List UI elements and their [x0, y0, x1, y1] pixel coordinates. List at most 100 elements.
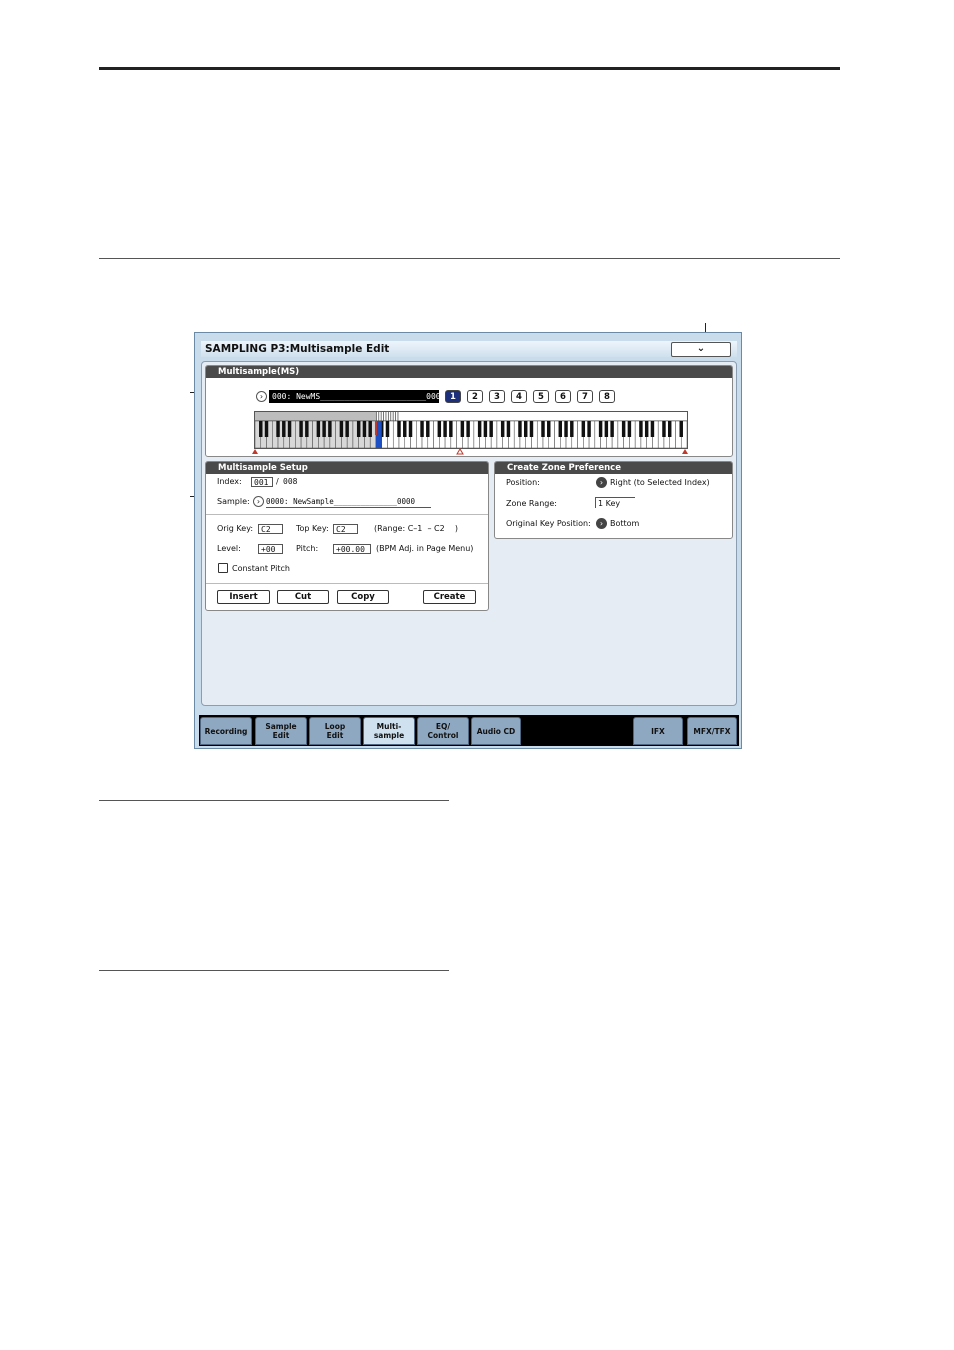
black-key: [547, 421, 551, 437]
black-key: [529, 421, 534, 437]
original-key-position-value[interactable]: Bottom: [610, 519, 639, 529]
setup-buttons: Insert Cut Copy Create: [206, 590, 490, 606]
zone-range-field[interactable]: 1 Key: [595, 497, 635, 508]
black-key: [397, 421, 401, 437]
ms-select-arrow-icon[interactable]: ›: [256, 391, 267, 402]
multisample-setup-panel: Multisample Setup Index: 001 / 008 Sampl…: [205, 461, 489, 611]
orig-key-field[interactable]: C2: [258, 524, 283, 534]
index-button-2[interactable]: 2: [467, 390, 483, 403]
level-field[interactable]: +00: [258, 544, 283, 554]
black-key: [322, 421, 326, 437]
copy-button[interactable]: Copy: [337, 590, 389, 604]
cut-button[interactable]: Cut: [277, 590, 329, 604]
black-key: [541, 421, 545, 437]
black-key: [621, 421, 626, 437]
ms-name-field[interactable]: 000: NewMS______________________000-L: [269, 390, 439, 403]
section-rule: [99, 258, 840, 259]
keyboard-zone-map[interactable]: [254, 411, 688, 449]
black-key: [420, 421, 424, 437]
black-key: [443, 421, 447, 437]
pitch-field[interactable]: +00.00: [333, 544, 371, 554]
create-zone-preference-panel: Create Zone Preference Position: › Right…: [494, 461, 733, 539]
black-key: [385, 421, 390, 437]
black-key: [639, 421, 643, 437]
zone-tick: [380, 412, 382, 421]
position-label: Position:: [506, 478, 540, 487]
black-key: [282, 421, 286, 437]
zone-tick: [387, 412, 389, 421]
multisample-panel-header: Multisample(MS): [206, 366, 732, 378]
black-key: [679, 421, 683, 437]
sampling-screen: SAMPLING P3:Multisample Edit ⌄ Multisamp…: [194, 332, 742, 749]
black-key: [610, 421, 614, 437]
orig-key-label: Orig Key:: [217, 524, 254, 533]
tab-sample-edit[interactable]: Sample Edit: [255, 717, 307, 745]
black-key: [264, 421, 269, 437]
zone-panel-header: Create Zone Preference: [495, 462, 732, 474]
zone-tick: [392, 412, 394, 421]
index-button-6[interactable]: 6: [555, 390, 571, 403]
tab-audio-cd[interactable]: Audio CD: [471, 717, 521, 745]
tab-eq-control[interactable]: EQ/ Control: [417, 717, 469, 745]
black-key: [483, 421, 488, 437]
zone-tick: [383, 412, 384, 421]
black-key: [477, 421, 482, 437]
index-button-8[interactable]: 8: [599, 390, 615, 403]
index-button-7[interactable]: 7: [577, 390, 593, 403]
index-button-1[interactable]: 1: [445, 390, 461, 403]
sample-label: Sample:: [217, 497, 250, 506]
black-key: [564, 421, 568, 437]
black-key: [437, 421, 442, 437]
black-key: [466, 421, 470, 437]
black-key: [426, 421, 430, 437]
black-key: [667, 421, 672, 437]
page-menu-button[interactable]: ⌄: [671, 342, 731, 357]
black-key: [650, 421, 655, 437]
constant-pitch-checkbox[interactable]: [218, 563, 228, 573]
tab-ifx[interactable]: IFX: [633, 717, 683, 745]
chevron-down-icon: ⌄: [696, 343, 706, 354]
tab-recording[interactable]: Recording: [200, 717, 252, 745]
zone-range-label: Zone Range:: [506, 499, 557, 508]
index-button-4[interactable]: 4: [511, 390, 527, 403]
tab-multi-sample[interactable]: Multi- sample: [363, 717, 415, 745]
black-key: [259, 421, 263, 437]
left-rule-2: [99, 970, 449, 971]
top-key-label: Top Key:: [296, 524, 329, 533]
button-divider: [206, 583, 488, 584]
original-key-position-arrow-icon[interactable]: ›: [596, 518, 607, 529]
multisample-panel: Multisample(MS) › 000: NewMS____________…: [205, 365, 733, 457]
main-area: Multisample(MS) › 000: NewMS____________…: [201, 361, 737, 706]
black-key: [518, 421, 522, 437]
setup-divider: [206, 514, 488, 515]
keyboard-markers: [252, 448, 688, 455]
black-key: [449, 421, 453, 437]
zone-tick: [385, 412, 387, 421]
index-field[interactable]: 001: [251, 477, 273, 487]
zone-bar: [255, 412, 376, 421]
tab-mfx-tfx[interactable]: MFX/TFX: [687, 717, 737, 745]
black-key: [339, 421, 344, 437]
top-key-field[interactable]: C2: [333, 524, 358, 534]
tab-loop-edit[interactable]: Loop Edit: [309, 717, 361, 745]
black-key: [644, 421, 649, 437]
position-value[interactable]: Right (to Selected Index): [610, 478, 710, 488]
level-label: Level:: [217, 544, 241, 553]
title-bar: SAMPLING P3:Multisample Edit ⌄: [201, 341, 737, 357]
original-key-position-label: Original Key Position:: [506, 519, 591, 528]
black-key: [356, 421, 361, 437]
index-button-3[interactable]: 3: [489, 390, 505, 403]
index-separator: /: [276, 477, 279, 486]
black-key: [316, 421, 321, 437]
black-key: [276, 421, 280, 437]
position-select-arrow-icon[interactable]: ›: [596, 477, 607, 488]
keyboard-keys: [255, 421, 687, 448]
create-button[interactable]: Create: [423, 590, 476, 604]
insert-button[interactable]: Insert: [217, 590, 270, 604]
index-button-5[interactable]: 5: [533, 390, 549, 403]
black-key: [489, 421, 493, 437]
sample-field[interactable]: 0000: NewSample______________0000: [266, 496, 431, 508]
range-text: (Range: C–1 – C2 ): [374, 524, 458, 533]
sample-select-arrow-icon[interactable]: ›: [253, 496, 264, 507]
setup-panel-header: Multisample Setup: [206, 462, 488, 474]
